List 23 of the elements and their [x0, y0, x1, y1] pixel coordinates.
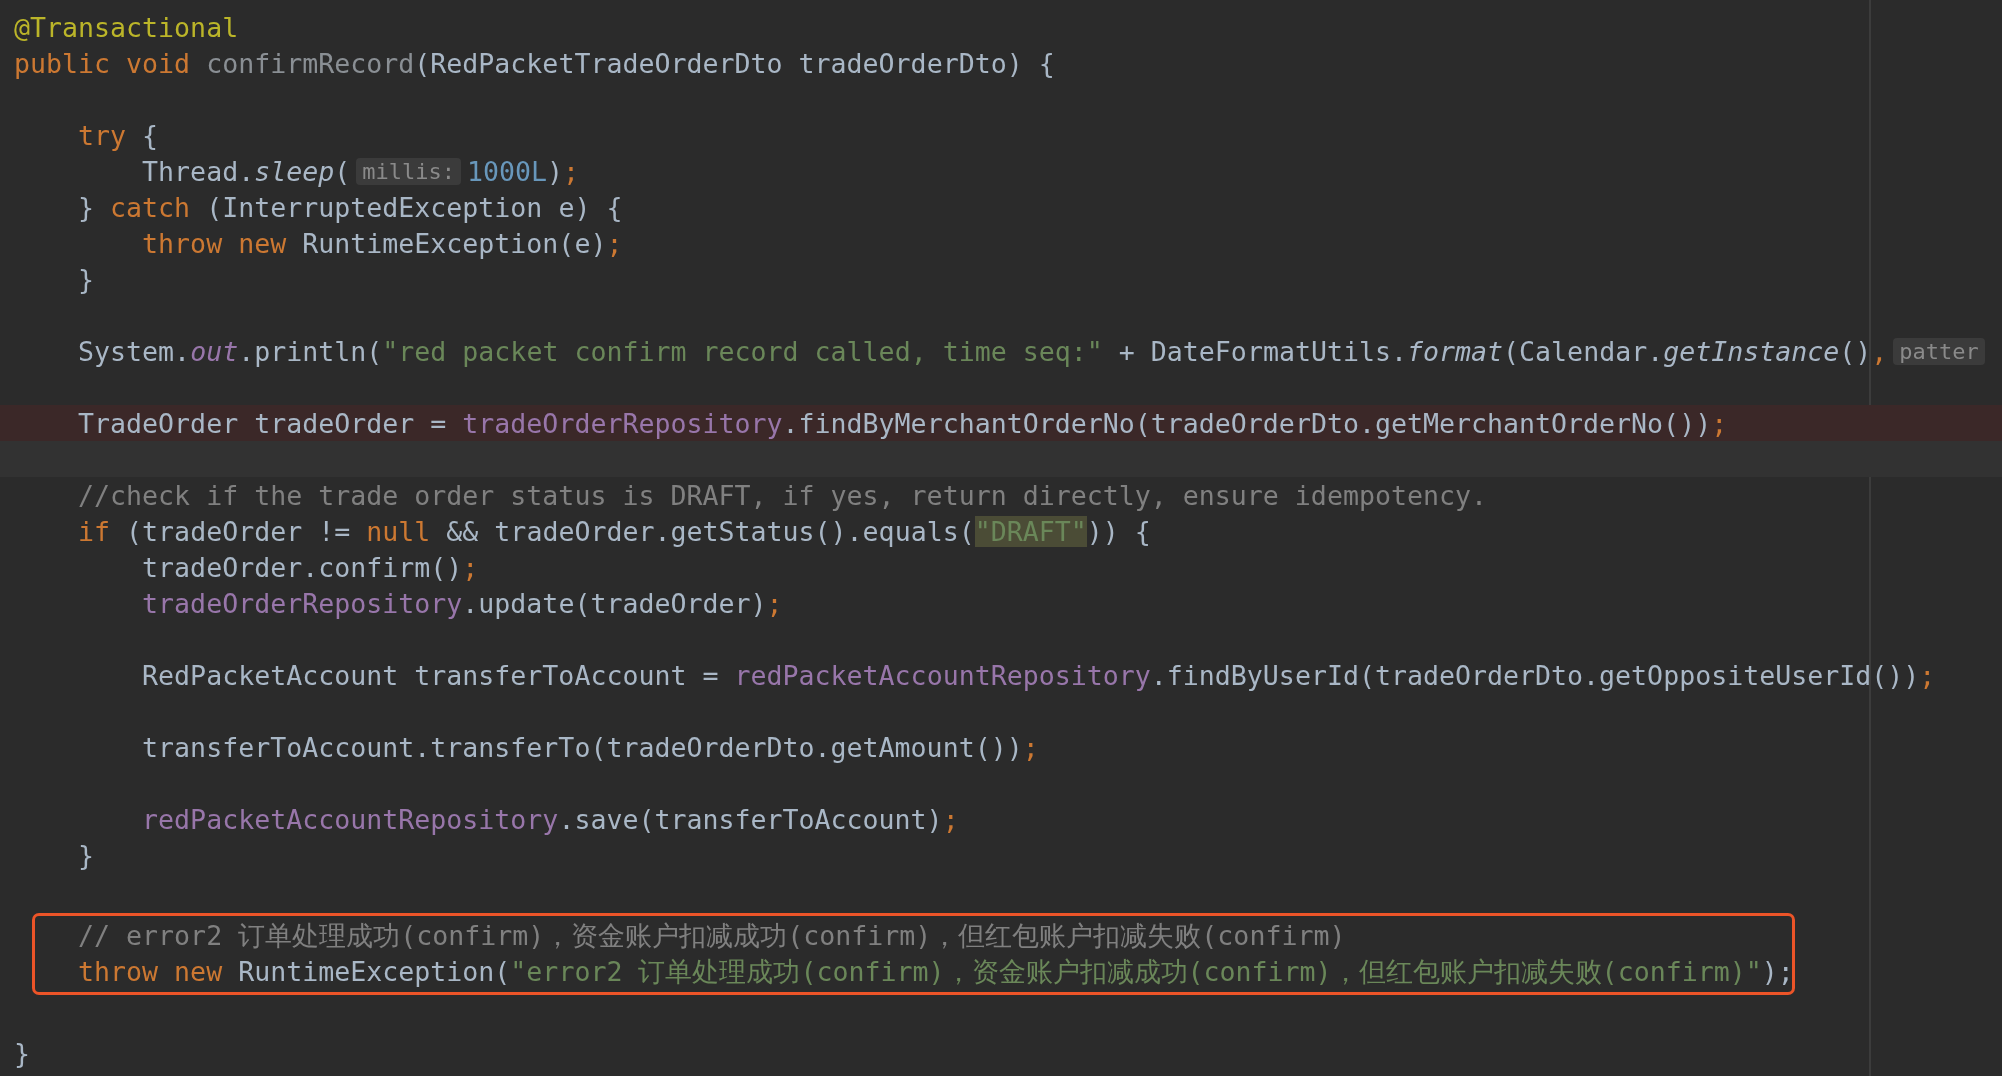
code-text: } catch (InterruptedException e) {	[77, 191, 623, 223]
code-text: tradeOrderRepository.update(tradeOrder);	[141, 587, 783, 619]
code-text: TradeOrder tradeOrder = tradeOrderRepository.findByMerchantOrderNo(tradeOrderDto.getMerchantOrderNo());	[77, 407, 1728, 439]
parameter-hint: millis:	[356, 157, 461, 185]
code-text: }	[77, 263, 95, 295]
code-text: // error2 订单处理成功(confirm)，资金账户扣减成功(confirm)，但红包账户扣减失败(confirm)	[77, 919, 1346, 953]
code-text: throw new RuntimeException(e);	[141, 227, 623, 259]
code-text: 1000L);	[466, 155, 580, 187]
parameter-hint: patter	[1893, 337, 1985, 365]
code-text: Thread.sleep(	[141, 155, 351, 187]
code-text: redPacketAccountRepository.save(transferToAccount);	[141, 803, 959, 835]
code-text: @Transactional	[14, 11, 239, 43]
code-text: throw new RuntimeException("error2 订单处理成功(confirm)，资金账户扣减成功(confirm)，但红包账户扣减失败(confirm)");	[77, 955, 1794, 989]
code-text: tradeOrder.confirm();	[141, 551, 479, 583]
code-text: System.out.println("red packet confirm record called, time seq:" + DateFormatUtils.format(Calendar.getInstance(),	[77, 335, 1888, 367]
code-text: try {	[77, 119, 159, 151]
code-text: transferToAccount.transferTo(tradeOrderDto.getAmount());	[141, 731, 1039, 763]
code-text: }	[77, 839, 95, 871]
code-text: public void confirmRecord(RedPacketTradeOrderDto tradeOrderDto) {	[14, 47, 1055, 79]
code-text: if (tradeOrder != null && tradeOrder.getStatus().equals("DRAFT")) {	[77, 515, 1151, 547]
code-text: //check if the trade order status is DRAFT, if yes, return directly, ensure idempotency.	[77, 479, 1487, 511]
code-text: RedPacketAccount transferToAccount = redPacketAccountRepository.findByUserId(tradeOrderDto.getOppositeUserId());	[141, 659, 1936, 691]
code-text: }	[14, 1037, 30, 1069]
